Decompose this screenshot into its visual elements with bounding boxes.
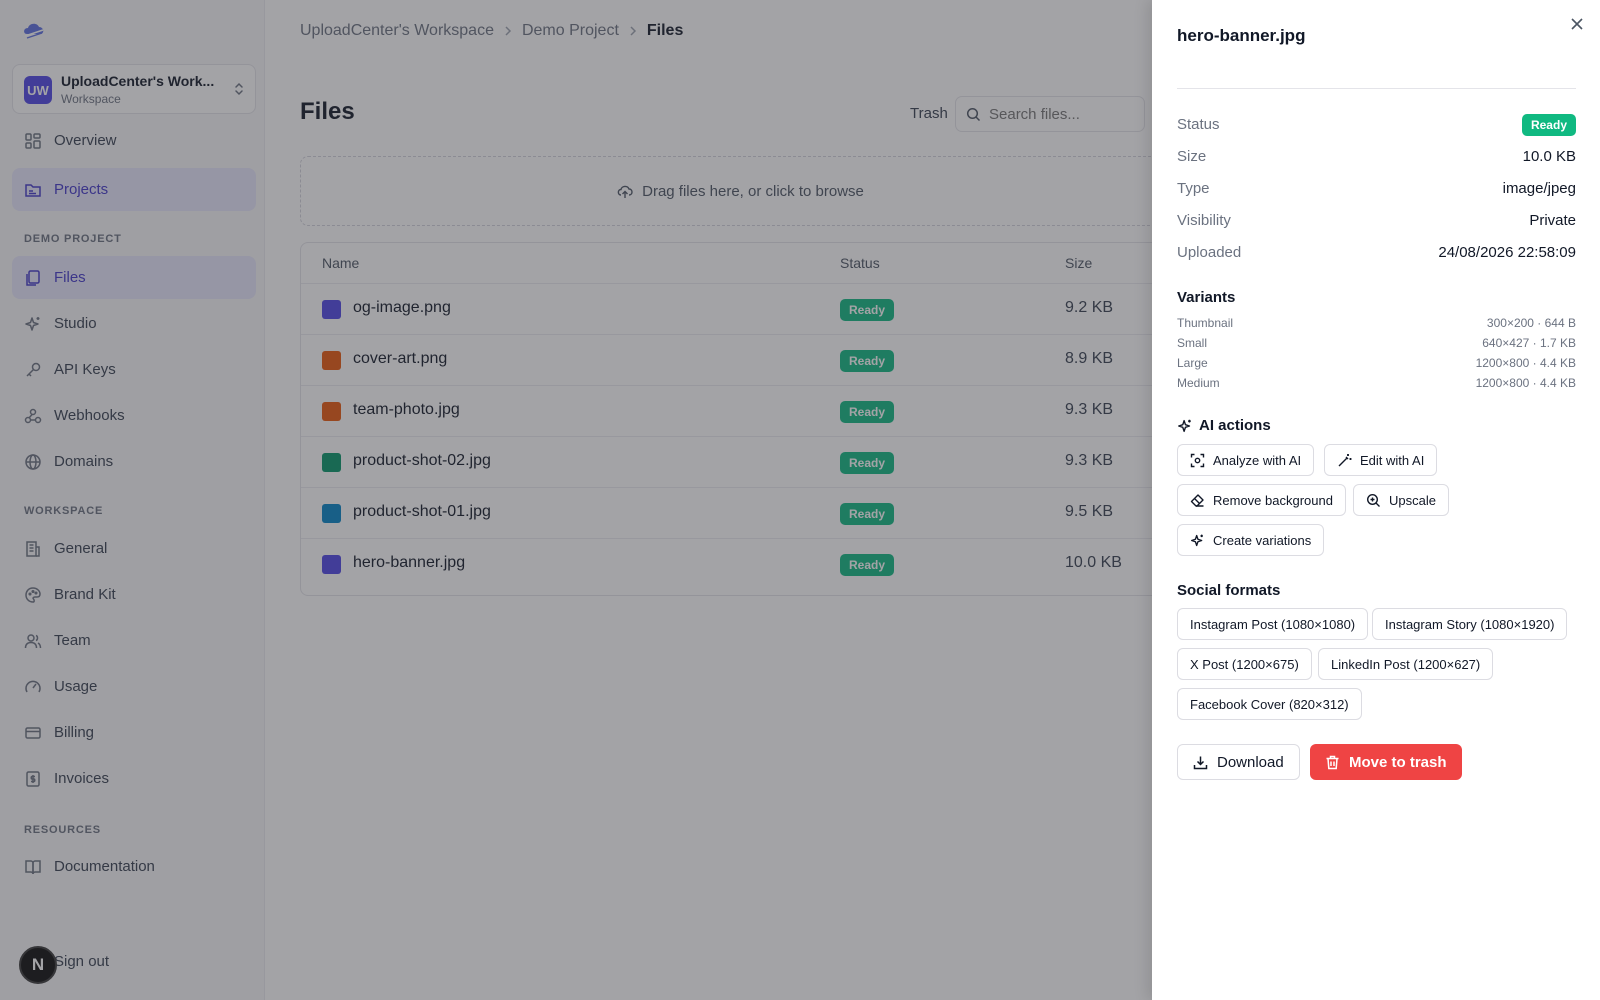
- variant-name: Medium: [1177, 376, 1220, 390]
- button-label: Download: [1217, 753, 1284, 771]
- ai-actions-title: AI actions: [1199, 417, 1271, 434]
- meta-size: Size 10.0 KB: [1177, 145, 1576, 169]
- scan-icon: [1190, 453, 1205, 467]
- button-label: Move to trash: [1349, 753, 1447, 771]
- meta-uploaded: Uploaded 24/08/2026 22:58:09: [1177, 241, 1576, 265]
- meta-label: Visibility: [1177, 212, 1231, 229]
- upscale-button[interactable]: Upscale: [1353, 484, 1449, 516]
- variant-value: 1200×800 · 4.4 KB: [1475, 356, 1576, 370]
- social-format-instagram-post[interactable]: Instagram Post (1080×1080): [1177, 608, 1369, 640]
- variant-value: 300×200 · 644 B: [1486, 316, 1576, 330]
- variant-name: Thumbnail: [1177, 316, 1234, 330]
- meta-value: Private: [1529, 212, 1576, 229]
- create-variations-button[interactable]: Create variations: [1177, 524, 1325, 556]
- meta-label: Uploaded: [1177, 244, 1242, 261]
- variant-row: Thumbnail 300×200 · 644 B: [1177, 314, 1576, 332]
- divider: [1177, 88, 1576, 89]
- button-label: Upscale: [1389, 492, 1436, 508]
- zoom-in-icon: [1366, 493, 1380, 507]
- variant-row: Small 640×427 · 1.7 KB: [1177, 334, 1576, 352]
- remove-background-button[interactable]: Remove background: [1177, 484, 1346, 516]
- file-details-drawer: hero-banner.jpg Status Ready Size 10.0 K…: [1152, 0, 1600, 1000]
- variant-value: 1200×800 · 4.4 KB: [1475, 376, 1576, 390]
- download-button[interactable]: Download: [1177, 744, 1300, 780]
- meta-label: Type: [1177, 180, 1210, 197]
- meta-visibility: Visibility Private: [1177, 209, 1576, 233]
- social-format-instagram-story[interactable]: Instagram Story (1080×1920): [1372, 608, 1568, 640]
- download-icon: [1193, 756, 1208, 769]
- variant-row: Medium 1200×800 · 4.4 KB: [1177, 374, 1576, 392]
- social-format-x-post[interactable]: X Post (1200×675): [1177, 648, 1312, 680]
- analyze-with-ai-button[interactable]: Analyze with AI: [1177, 444, 1315, 476]
- meta-label: Status: [1177, 116, 1220, 133]
- sparkles-icon: [1178, 419, 1191, 432]
- variants-heading: Variants: [1177, 289, 1236, 306]
- magic-wand-icon: [1338, 453, 1352, 466]
- button-label: Create variations: [1213, 532, 1312, 548]
- variant-name: Large: [1177, 356, 1208, 370]
- meta-status: Status Ready: [1177, 113, 1576, 137]
- sparkles-icon: [1191, 534, 1203, 546]
- meta-type: Type image/jpeg: [1177, 177, 1576, 201]
- variant-value: 640×427 · 1.7 KB: [1482, 336, 1576, 350]
- edit-with-ai-button[interactable]: Edit with AI: [1324, 444, 1438, 476]
- drawer-title: hero-banner.jpg: [1177, 26, 1306, 45]
- social-format-facebook-cover[interactable]: Facebook Cover (820×312): [1177, 688, 1362, 720]
- button-label: Remove background: [1213, 492, 1333, 508]
- eraser-icon: [1190, 493, 1204, 507]
- meta-label: Size: [1177, 148, 1207, 165]
- button-label: Analyze with AI: [1213, 452, 1302, 468]
- move-to-trash-button[interactable]: Move to trash: [1310, 744, 1462, 780]
- meta-value: image/jpeg: [1502, 180, 1576, 197]
- trash-icon: [1326, 755, 1339, 769]
- close-icon[interactable]: [1569, 16, 1585, 32]
- ai-actions-heading: AI actions: [1177, 417, 1271, 434]
- variant-row: Large 1200×800 · 4.4 KB: [1177, 354, 1576, 372]
- social-format-linkedin-post[interactable]: LinkedIn Post (1200×627): [1318, 648, 1494, 680]
- variant-name: Small: [1177, 336, 1208, 350]
- social-formats-heading: Social formats: [1177, 582, 1281, 599]
- status-badge: Ready: [1521, 114, 1576, 136]
- modal-backdrop[interactable]: [0, 0, 1152, 1000]
- button-label: Edit with AI: [1360, 452, 1425, 468]
- meta-value: 10.0 KB: [1522, 148, 1576, 165]
- meta-value: 24/08/2026 22:58:09: [1438, 244, 1576, 261]
